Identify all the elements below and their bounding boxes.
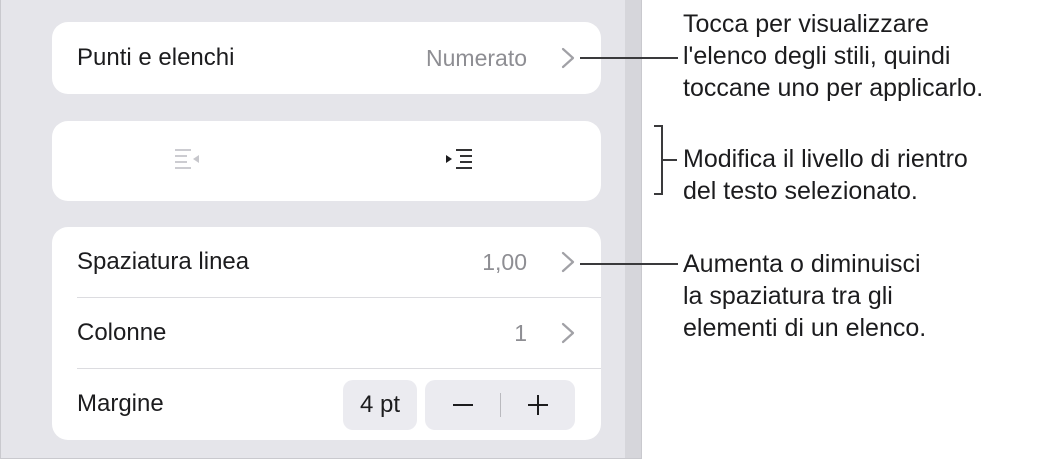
- format-panel: Punti e elenchi Numerato Spaziatura line…: [0, 0, 642, 459]
- spacing-callout: Aumenta o diminuisci la spaziatura tra g…: [683, 248, 926, 344]
- callout-line: elementi di un elenco.: [683, 314, 927, 342]
- line-spacing-label: Spaziatura linea: [77, 248, 250, 275]
- indent-callout: Modifica il livello di rientro del testo…: [683, 143, 968, 207]
- panel-scroll-edge: [625, 0, 641, 458]
- chevron-right-icon: [561, 251, 575, 273]
- line-spacing-value: 1,00: [482, 248, 527, 275]
- columns-value: 1: [514, 319, 527, 346]
- bullets-leader-line: [580, 57, 678, 59]
- margin-value-field[interactable]: 4 pt: [343, 380, 417, 430]
- margin-row: Margine 4 pt: [52, 369, 601, 439]
- plus-icon: [527, 395, 548, 415]
- bullets-label: Punti e elenchi: [77, 44, 235, 71]
- bullets-callout: Tocca per visualizzare l'elenco degli st…: [683, 8, 983, 104]
- bullets-card: Punti e elenchi Numerato: [52, 22, 601, 94]
- callout-line: Modifica il livello di rientro: [683, 145, 968, 173]
- callout-line: Tocca per visualizzare: [683, 10, 929, 38]
- chevron-right-icon: [561, 47, 575, 69]
- outdent-icon: [175, 149, 199, 169]
- callout-line: del testo selezionato.: [683, 177, 918, 205]
- indent-bracket-bottom: [654, 193, 663, 195]
- callout-line: la spaziatura tra gli: [683, 282, 893, 310]
- callout-line: Aumenta o diminuisci: [683, 250, 921, 278]
- layout-card: Spaziatura linea 1,00 Colonne 1 Margine …: [52, 227, 601, 440]
- bullets-value: Numerato: [426, 44, 527, 71]
- chevron-right-icon: [561, 322, 575, 344]
- bullets-row[interactable]: Punti e elenchi Numerato: [52, 23, 601, 93]
- indent-leader-line: [661, 159, 677, 161]
- margin-increase-button[interactable]: [500, 380, 575, 430]
- increase-indent-button[interactable]: [442, 143, 482, 177]
- margin-decrease-button[interactable]: [425, 380, 500, 430]
- indent-icon: [446, 149, 472, 169]
- margin-stepper: [425, 380, 575, 430]
- callout-line: toccane uno per applicarlo.: [683, 74, 984, 102]
- callout-line: l'elenco degli stili, quindi: [683, 42, 951, 70]
- minus-icon: [452, 404, 473, 406]
- decrease-indent-button[interactable]: [169, 143, 209, 177]
- columns-row[interactable]: Colonne 1: [52, 298, 601, 368]
- line-spacing-row[interactable]: Spaziatura linea 1,00: [52, 227, 601, 297]
- indent-card: [52, 121, 601, 201]
- spacing-leader-line: [580, 263, 678, 265]
- margin-label: Margine: [77, 390, 164, 417]
- columns-label: Colonne: [77, 319, 167, 346]
